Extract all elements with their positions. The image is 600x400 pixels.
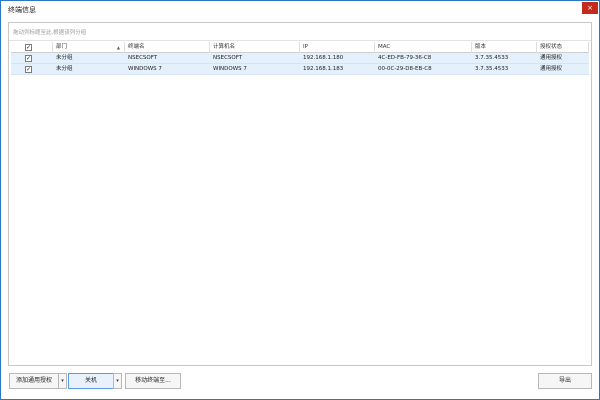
row-checkbox[interactable]: ✓ <box>25 66 32 73</box>
add-general-license-button[interactable]: 添加通用授权 <box>9 373 59 389</box>
cell-terminal: NSECSOFT <box>128 55 158 61</box>
sort-ascending-icon: ▲ <box>116 45 120 50</box>
column-header-version[interactable]: 版本 <box>472 42 537 53</box>
select-all-checkbox[interactable]: ✓ <box>25 44 32 51</box>
cell-auth: 通用授权 <box>540 66 563 72</box>
column-header-computer[interactable]: 计算机名 <box>210 42 300 53</box>
table-row[interactable]: ✓ 未分组 NSECSOFT NSECSOFT 192.168.1.180 4C… <box>11 53 589 64</box>
column-header-terminal[interactable]: 终端名 <box>125 42 210 53</box>
terminal-info-window: 终端信息 × 拖动列标题至此,根据该列分组 ✓ 部门 ▲ 终端名 计算机名 IP… <box>0 0 600 400</box>
cell-version: 3.7.35.4533 <box>475 66 509 72</box>
export-button[interactable]: 导出 <box>538 373 592 389</box>
cell-auth: 通用授权 <box>540 55 563 61</box>
group-by-hint: 拖动列标题至此,根据该列分组 <box>13 30 87 36</box>
cell-computer: NSECSOFT <box>213 55 243 61</box>
row-checkbox[interactable]: ✓ <box>25 55 32 62</box>
cell-terminal: WINDOWS 7 <box>128 66 162 72</box>
terminal-table: ✓ 部门 ▲ 终端名 计算机名 IP MAC 版本 授权状态 ✓ 未分组 NSE… <box>11 42 589 75</box>
add-license-dropdown-arrow-icon[interactable]: ▾ <box>58 373 67 389</box>
cell-dept: 未分组 <box>56 55 73 61</box>
column-header-mac[interactable]: MAC <box>375 42 472 53</box>
group-by-area[interactable]: 拖动列标题至此,根据该列分组 <box>9 23 591 41</box>
row-select[interactable]: ✓ <box>11 53 53 64</box>
table-header-row: ✓ 部门 ▲ 终端名 计算机名 IP MAC 版本 授权状态 <box>11 42 589 53</box>
move-terminal-button[interactable]: 移动终端至... <box>125 373 181 389</box>
cell-computer: WINDOWS 7 <box>213 66 247 72</box>
column-header-auth[interactable]: 授权状态 <box>537 42 589 53</box>
cell-version: 3.7.35.4533 <box>475 55 509 61</box>
shutdown-dropdown-arrow-icon[interactable]: ▾ <box>113 373 122 389</box>
table-row[interactable]: ✓ 未分组 WINDOWS 7 WINDOWS 7 192.168.1.183 … <box>11 64 589 75</box>
header-select-all[interactable]: ✓ <box>11 42 53 53</box>
cell-ip: 192.168.1.183 <box>303 66 344 72</box>
column-header-dept[interactable]: 部门 ▲ <box>53 42 125 53</box>
close-button[interactable]: × <box>582 2 598 14</box>
cell-dept: 未分组 <box>56 66 73 72</box>
cell-mac: 00-0C-29-D8-EB-C8 <box>378 66 432 72</box>
cell-mac: 4C-ED-FB-79-36-C8 <box>378 55 432 61</box>
shutdown-button[interactable]: 关机 <box>68 373 114 389</box>
row-select[interactable]: ✓ <box>11 64 53 75</box>
cell-ip: 192.168.1.180 <box>303 55 344 61</box>
title-bar: 终端信息 × <box>1 1 599 19</box>
column-header-ip[interactable]: IP <box>300 42 375 53</box>
window-title: 终端信息 <box>8 6 36 14</box>
terminal-grid-panel: 拖动列标题至此,根据该列分组 ✓ 部门 ▲ 终端名 计算机名 IP MAC 版本… <box>8 22 592 366</box>
